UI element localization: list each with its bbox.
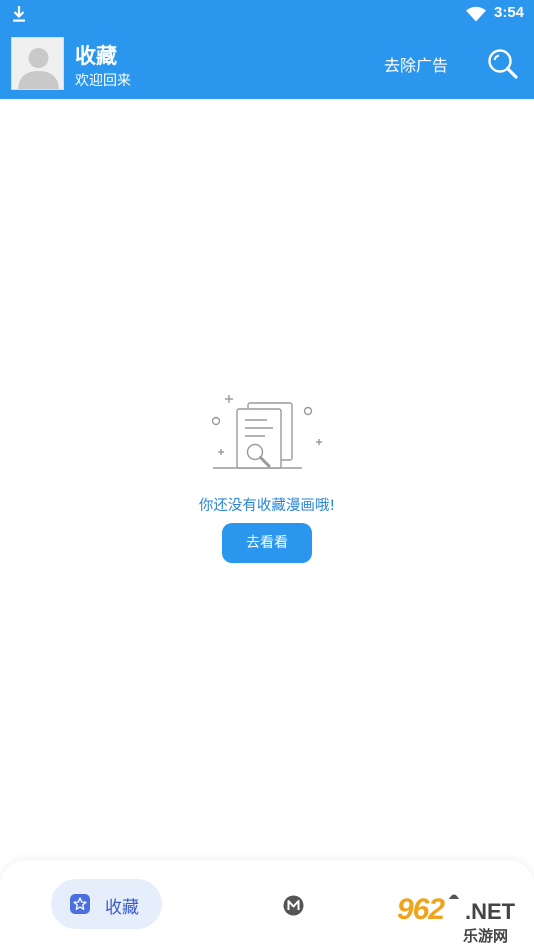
empty-message: 你还没有收藏漫画哦! xyxy=(198,498,336,514)
page-title: 收藏 xyxy=(75,44,117,68)
download-icon xyxy=(13,6,25,22)
watermark-suffix: .NET xyxy=(465,899,516,924)
m-icon[interactable] xyxy=(283,895,304,916)
nav-item-label: 收藏 xyxy=(105,898,139,918)
go-browse-button[interactable]: 去看看 xyxy=(222,523,312,563)
wifi-icon xyxy=(466,6,486,22)
watermark-chinese: 乐游网 xyxy=(463,927,509,945)
star-icon xyxy=(70,894,90,914)
default-avatar-icon xyxy=(12,38,63,89)
remove-ads-button[interactable]: 去除广告 xyxy=(384,52,448,76)
search-icon[interactable] xyxy=(486,47,520,81)
top-header: 3:54 收藏 欢迎回来 去除广告 xyxy=(0,0,534,99)
site-watermark: 962 .NET 乐游网 xyxy=(393,893,530,945)
app-bar: 收藏 欢迎回来 去除广告 xyxy=(0,28,534,99)
avatar[interactable] xyxy=(11,37,64,90)
watermark-number: 962 xyxy=(397,893,445,926)
nav-item-favorites[interactable]: 收藏 xyxy=(51,879,162,929)
empty-document-search-icon xyxy=(211,395,322,469)
status-bar: 3:54 xyxy=(0,0,534,28)
status-time: 3:54 xyxy=(494,4,525,21)
welcome-subtitle: 欢迎回来 xyxy=(75,73,131,89)
